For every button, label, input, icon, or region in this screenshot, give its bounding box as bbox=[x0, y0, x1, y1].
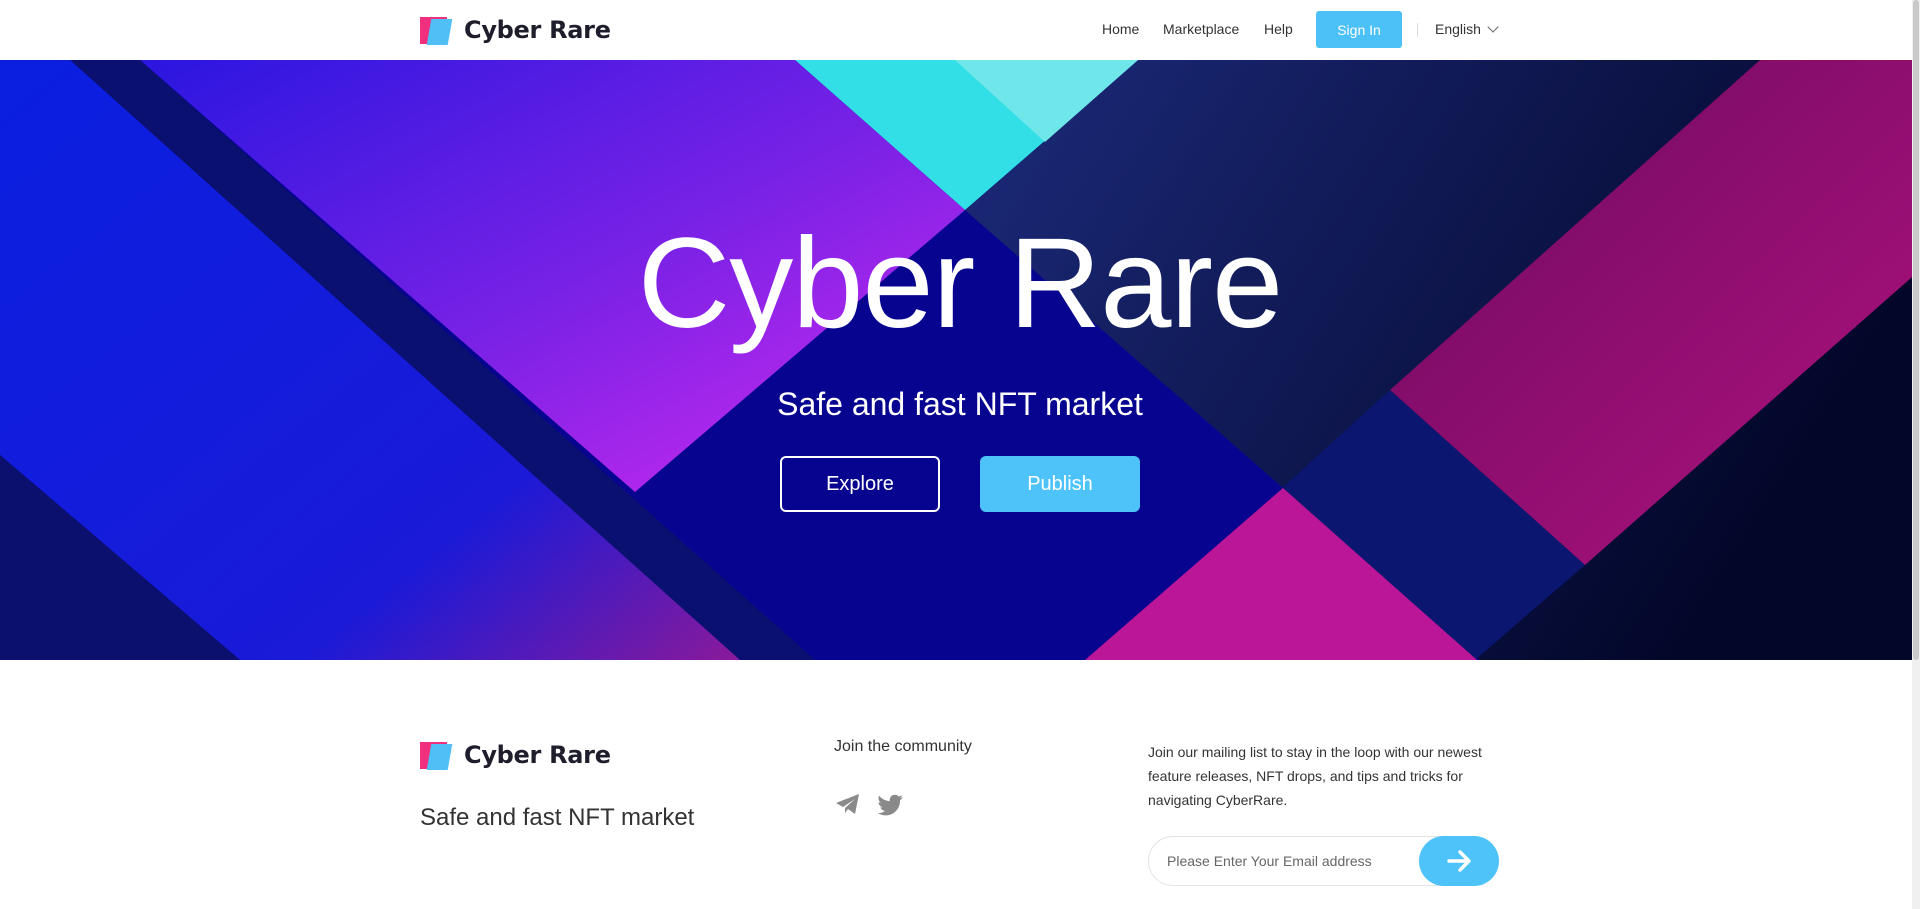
nav-home[interactable]: Home bbox=[1102, 21, 1139, 37]
telegram-icon[interactable] bbox=[834, 790, 862, 818]
logo-text: Cyber Rare bbox=[464, 16, 611, 44]
community-title: Join the community bbox=[834, 738, 972, 755]
scrollbar-thumb[interactable] bbox=[1913, 0, 1919, 660]
nav-marketplace[interactable]: Marketplace bbox=[1163, 21, 1239, 37]
hero-background bbox=[0, 60, 1920, 660]
hero-banner: Cyber Rare Safe and fast NFT market Expl… bbox=[0, 60, 1920, 660]
language-label: English bbox=[1435, 21, 1481, 37]
sign-in-button[interactable]: Sign In bbox=[1316, 11, 1402, 48]
page: Cyber Rare Home Marketplace Help Sign In… bbox=[0, 0, 1920, 909]
header: Cyber Rare Home Marketplace Help Sign In… bbox=[0, 0, 1920, 60]
arrow-right-icon bbox=[1447, 850, 1471, 872]
language-selector[interactable]: English bbox=[1435, 21, 1499, 37]
mailing-list-text: Join our mailing list to stay in the loo… bbox=[1148, 744, 1482, 808]
footer-logo-text: Cyber Rare bbox=[464, 741, 611, 769]
email-field[interactable] bbox=[1167, 837, 1407, 885]
nav-help[interactable]: Help bbox=[1264, 21, 1293, 37]
explore-button[interactable]: Explore bbox=[780, 456, 940, 512]
twitter-icon[interactable] bbox=[876, 790, 904, 818]
header-logo[interactable]: Cyber Rare bbox=[420, 14, 611, 46]
hero-title: Cyber Rare bbox=[637, 212, 1283, 355]
footer-logo[interactable]: Cyber Rare bbox=[420, 740, 611, 770]
logo-mark-icon bbox=[420, 740, 453, 770]
chevron-down-icon bbox=[1487, 21, 1499, 33]
publish-button[interactable]: Publish bbox=[980, 456, 1140, 512]
email-submit-button[interactable] bbox=[1419, 836, 1499, 886]
nav-divider bbox=[1417, 23, 1418, 37]
footer-tagline: Safe and fast NFT market bbox=[420, 804, 695, 831]
logo-mark-icon bbox=[420, 15, 453, 45]
hero-subtitle: Safe and fast NFT market bbox=[777, 386, 1143, 422]
